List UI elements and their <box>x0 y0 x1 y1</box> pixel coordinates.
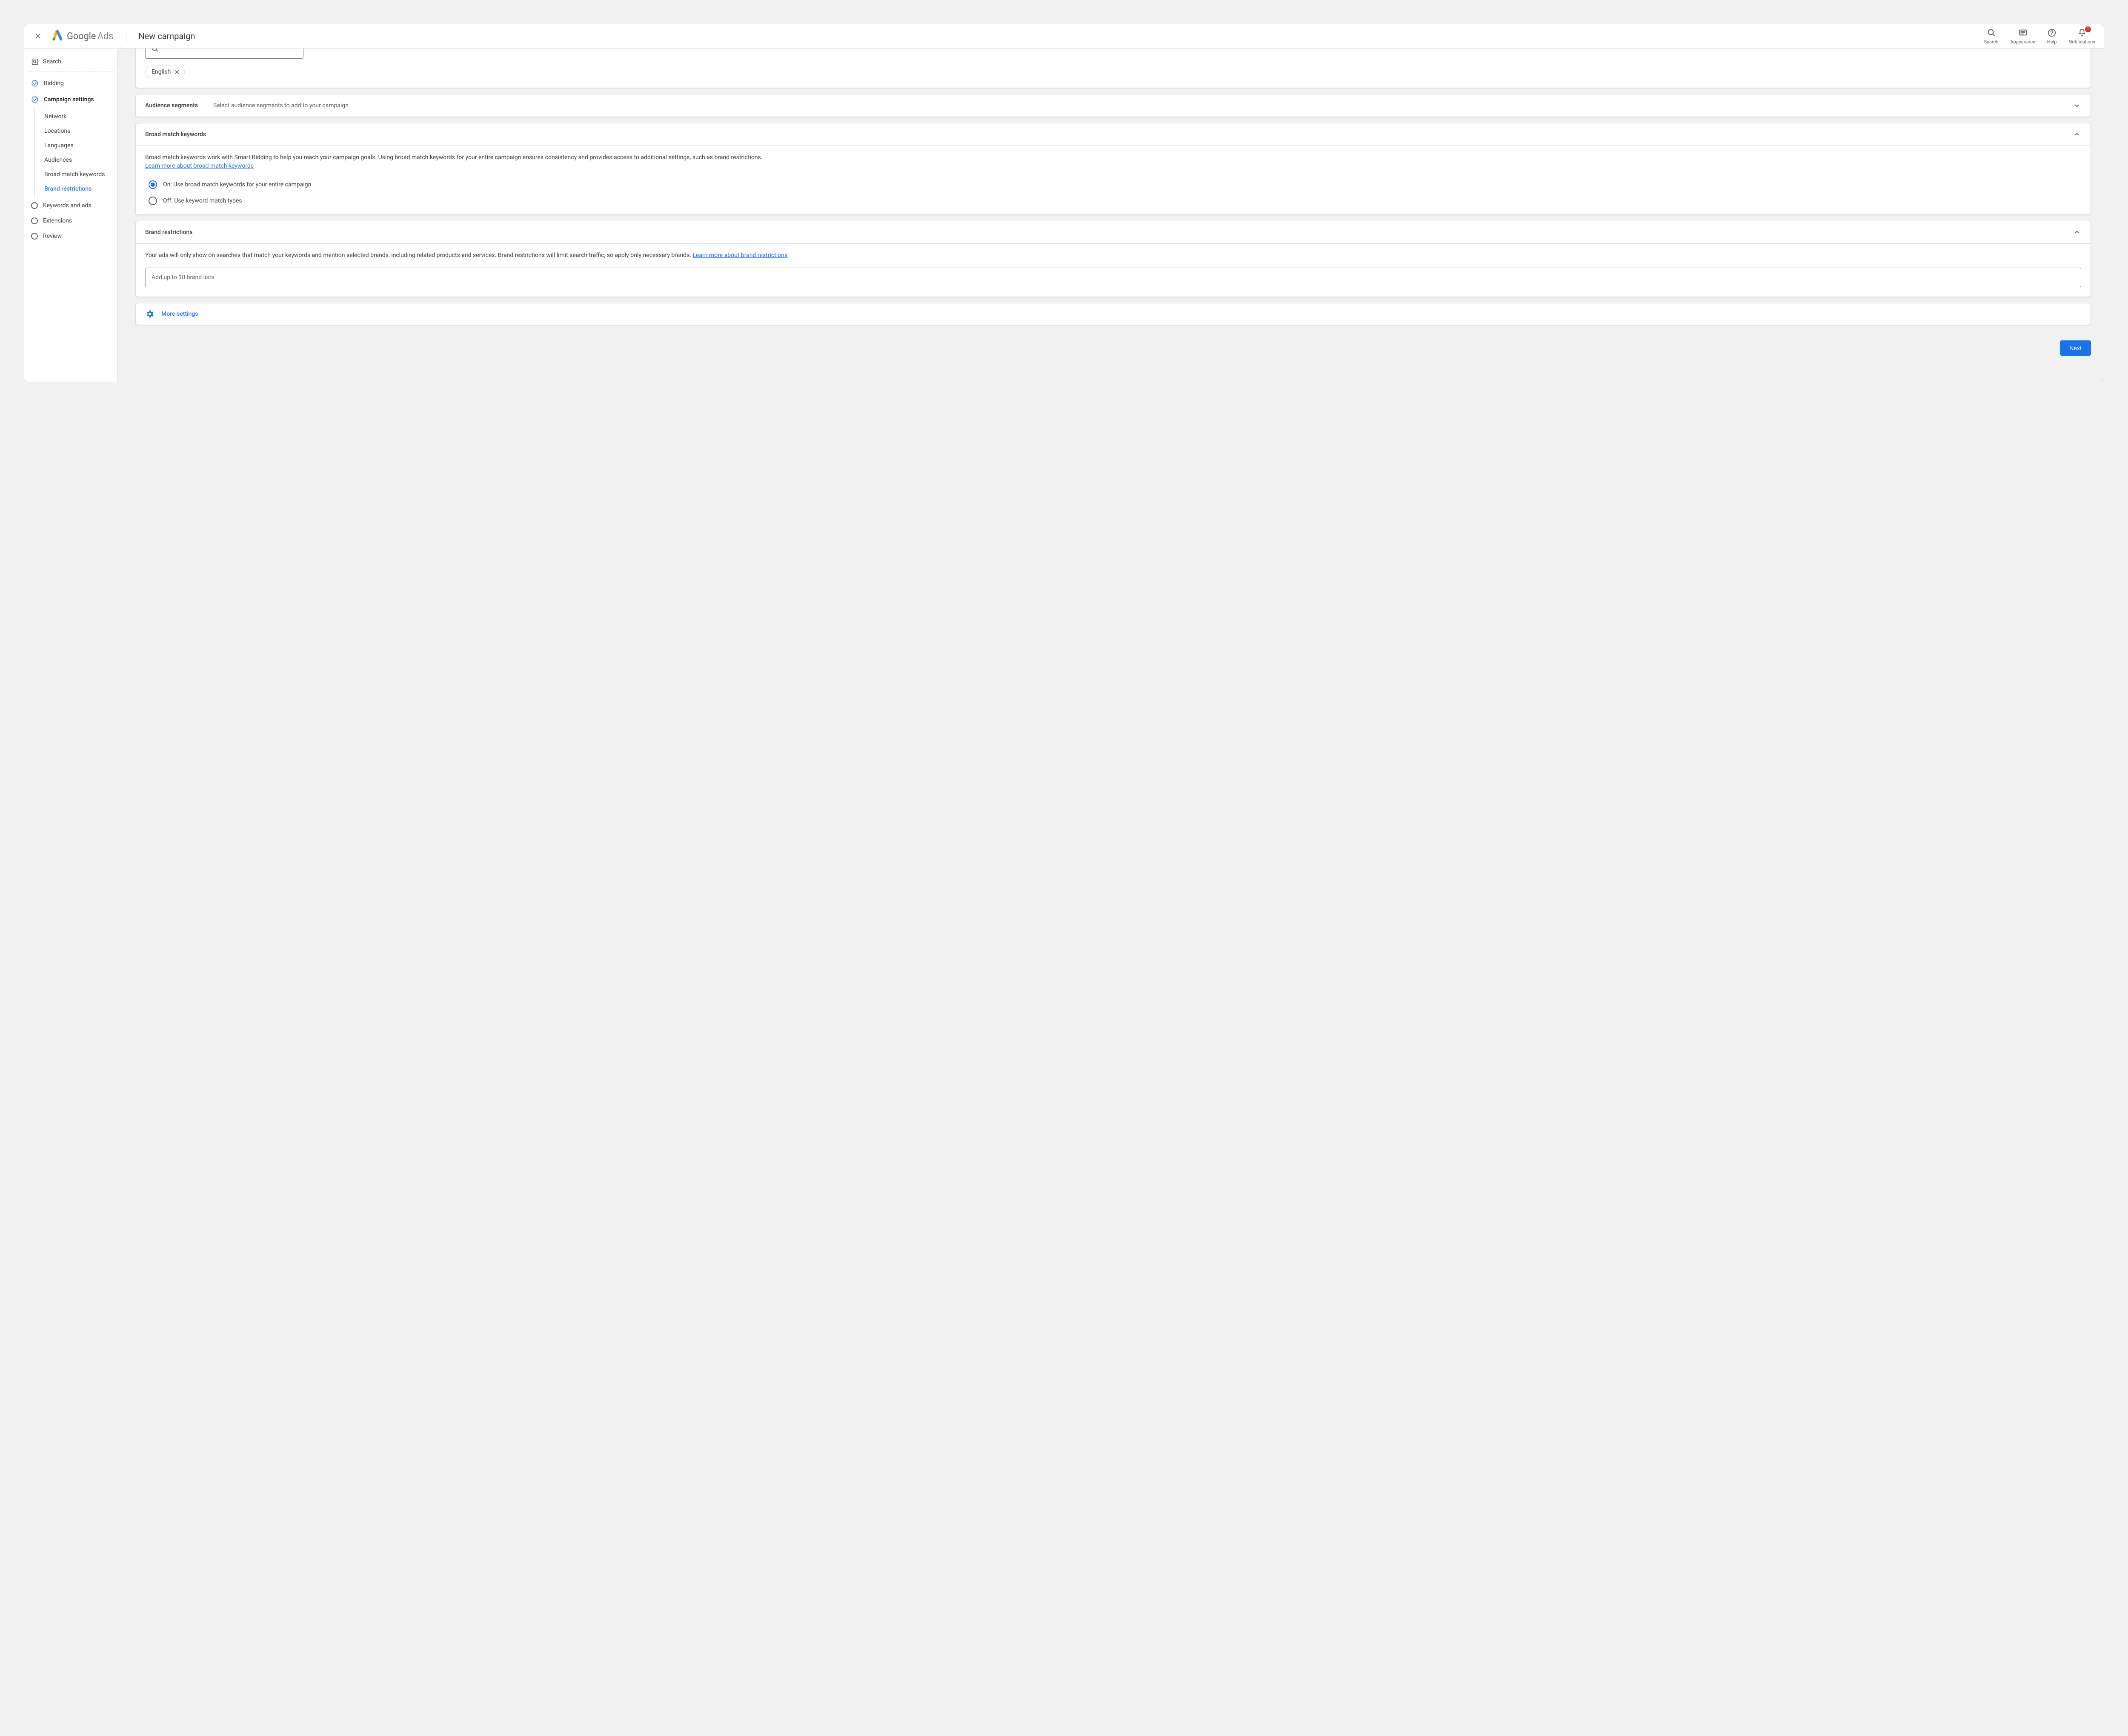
step-review[interactable]: Review <box>29 228 113 244</box>
step-label: Bidding <box>44 80 64 87</box>
brand-lists-input[interactable]: Add up to 10 brand lists <box>145 268 2081 287</box>
sidebar-search[interactable]: Search <box>29 54 113 70</box>
language-search-input[interactable] <box>145 49 303 59</box>
page-title: New campaign <box>138 31 195 41</box>
step-label: Review <box>43 233 62 240</box>
sidebar: Search Bidding Campaign settings Network… <box>24 49 117 382</box>
step-campaign-settings[interactable]: Campaign settings <box>29 91 113 108</box>
app-header: Google Ads New campaign Search Appearanc… <box>24 24 2104 49</box>
search-icon <box>1987 28 1996 37</box>
card-broad-match-keywords: Broad match keywords Broad match keyword… <box>135 123 2091 215</box>
app-window: Google Ads New campaign Search Appearanc… <box>24 24 2104 382</box>
learn-more-broad-match-link[interactable]: Learn more about broad match keywords <box>145 163 254 169</box>
card-languages: English <box>135 49 2091 88</box>
sidebar-separator <box>29 71 113 72</box>
page-search-icon <box>31 58 39 66</box>
header-help-label: Help <box>2047 39 2057 45</box>
step-bidding[interactable]: Bidding <box>29 75 113 91</box>
learn-more-brand-restrictions-link[interactable]: Learn more about brand restrictions <box>692 252 787 259</box>
radio-broad-match-off[interactable]: Off: Use keyword match types <box>149 197 2081 205</box>
header-search-button[interactable]: Search <box>1984 28 1999 45</box>
card-body-brand-restrictions: Your ads will only show on searches that… <box>136 243 2091 297</box>
card-header-broad-match[interactable]: Broad match keywords <box>136 123 2091 146</box>
close-icon <box>174 69 180 75</box>
step-label: Campaign settings <box>44 96 94 103</box>
next-button[interactable]: Next <box>2060 340 2091 356</box>
substep-locations[interactable]: Locations <box>35 124 113 138</box>
step-keywords-and-ads[interactable]: Keywords and ads <box>29 198 113 213</box>
substep-network[interactable]: Network <box>35 109 113 124</box>
more-settings-label: More settings <box>161 311 198 317</box>
card-header-audience[interactable]: Audience segments Select audience segmen… <box>136 94 2091 117</box>
radio-label: On: Use broad match keywords for your en… <box>163 181 311 188</box>
broad-match-radio-group: On: Use broad match keywords for your en… <box>145 180 2081 205</box>
brand-text-ads: Ads <box>97 31 113 42</box>
help-icon <box>2047 28 2056 37</box>
card-header-brand-restrictions[interactable]: Brand restrictions <box>136 221 2091 243</box>
chip-label: English <box>152 69 171 75</box>
substep-audiences[interactable]: Audiences <box>35 153 113 167</box>
step-label: Keywords and ads <box>43 202 92 209</box>
card-title: Broad match keywords <box>145 131 2073 138</box>
google-ads-logo-icon <box>51 30 63 42</box>
step-label: Extensions <box>43 217 72 224</box>
footer: Next <box>135 340 2091 356</box>
appearance-icon <box>2018 28 2028 37</box>
main-content[interactable]: English Audience segments Select audienc… <box>117 49 2104 382</box>
substeps-campaign-settings: Network Locations Languages Audiences Br… <box>34 108 113 198</box>
radio-icon <box>149 197 157 205</box>
close-button[interactable] <box>29 28 46 45</box>
chevron-down-icon <box>2073 101 2081 110</box>
card-title: Audience segments <box>145 102 213 109</box>
header-notifications-label: Notifications <box>2068 39 2095 45</box>
radio-label: Off: Use keyword match types <box>163 197 242 204</box>
card-body-broad-match: Broad match keywords work with Smart Bid… <box>136 146 2091 214</box>
check-circle-icon <box>31 80 39 87</box>
card-brand-restrictions: Brand restrictions Your ads will only sh… <box>135 221 2091 297</box>
card-title: Brand restrictions <box>145 229 2073 236</box>
close-icon <box>34 32 42 40</box>
broad-match-description: Broad match keywords work with Smart Bid… <box>145 154 763 161</box>
brand-lists-placeholder: Add up to 10 brand lists <box>152 274 214 281</box>
step-extensions[interactable]: Extensions <box>29 213 113 228</box>
header-appearance-button[interactable]: Appearance <box>2010 28 2035 45</box>
more-settings-button[interactable]: More settings <box>135 303 2091 325</box>
notification-alert-badge <box>2085 26 2091 32</box>
search-icon <box>151 49 159 53</box>
gear-icon <box>145 309 154 319</box>
check-circle-icon <box>31 96 39 103</box>
sidebar-search-label: Search <box>43 58 61 65</box>
header-search-label: Search <box>1984 39 1999 45</box>
radio-icon <box>149 180 157 189</box>
brand-restrictions-description: Your ads will only show on searches that… <box>145 252 692 259</box>
empty-circle-icon <box>31 233 38 240</box>
substep-languages[interactable]: Languages <box>35 138 113 153</box>
product-logo: Google Ads <box>51 30 113 42</box>
header-appearance-label: Appearance <box>2010 39 2035 45</box>
substep-brand-restrictions[interactable]: Brand restrictions <box>35 182 113 196</box>
chevron-up-icon <box>2073 228 2081 237</box>
radio-broad-match-on[interactable]: On: Use broad match keywords for your en… <box>149 180 2081 189</box>
language-chip-english[interactable]: English <box>145 66 185 78</box>
card-audience-segments: Audience segments Select audience segmen… <box>135 94 2091 117</box>
brand-text-google: Google <box>67 31 96 42</box>
substep-broad-match-keywords[interactable]: Broad match keywords <box>35 167 113 182</box>
empty-circle-icon <box>31 217 38 224</box>
card-subtitle: Select audience segments to add to your … <box>213 102 2073 109</box>
empty-circle-icon <box>31 202 38 209</box>
chevron-up-icon <box>2073 130 2081 139</box>
header-notifications-button[interactable]: Notifications <box>2068 28 2095 45</box>
header-help-button[interactable]: Help <box>2047 28 2057 45</box>
